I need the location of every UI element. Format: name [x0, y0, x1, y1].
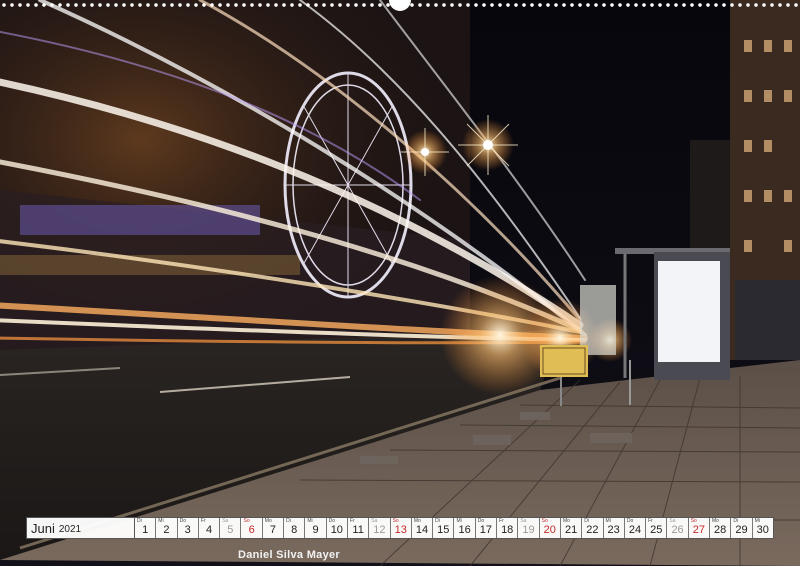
calendar-strip: Juni 2021 Di 1 Mi 2 Do 3 Fr 4 Sa 5 So 6 Mo 7 Di 8 Mi 9 Do 1… — [26, 517, 774, 539]
day-number: 18 — [501, 524, 514, 536]
day-number: 30 — [756, 524, 769, 536]
day-number: 22 — [586, 524, 599, 536]
calendar-day: Sa 12 — [369, 518, 391, 538]
night-street-photo — [0, 0, 800, 566]
day-number: 19 — [522, 524, 535, 536]
calendar-day: Mo 14 — [412, 518, 434, 538]
day-number: 11 — [352, 524, 364, 536]
day-number: 28 — [714, 524, 727, 536]
day-number: 9 — [312, 524, 319, 536]
calendar-day: So 13 — [391, 518, 412, 538]
calendar-day: Mo 7 — [263, 518, 285, 538]
calendar-day: Sa 5 — [220, 518, 242, 538]
calendar-day: Di 15 — [433, 518, 455, 538]
calendar-day: Do 17 — [476, 518, 498, 538]
calendar-day: So 6 — [241, 518, 263, 538]
day-number: 6 — [248, 524, 255, 536]
calendar-day: Sa 26 — [667, 518, 689, 538]
calendar-day: Mo 21 — [561, 518, 583, 538]
calendar-day: Mi 16 — [454, 518, 476, 538]
calendar-day: Fr 25 — [646, 518, 668, 538]
day-number: 23 — [607, 524, 620, 536]
calendar-day: Di 1 — [135, 518, 157, 538]
month-name: Juni — [31, 520, 55, 536]
calendar-day: Di 8 — [284, 518, 306, 538]
calendar-day: Mi 9 — [305, 518, 327, 538]
day-number: 2 — [163, 524, 170, 536]
day-number: 4 — [205, 524, 213, 536]
day-number: 12 — [373, 524, 386, 536]
calendar-day: Mi 30 — [753, 518, 773, 538]
calendar-day: Fr 11 — [348, 518, 370, 538]
day-number: 25 — [650, 524, 663, 536]
spiral-binding — [0, 0, 800, 11]
day-number: 5 — [227, 524, 234, 536]
day-number: 24 — [628, 524, 642, 536]
calendar-days: Di 1 Mi 2 Do 3 Fr 4 Sa 5 So 6 Mo 7 Di 8 Mi 9 Do 10 Fr 11 Sa 12 S… — [135, 518, 773, 538]
day-number: 8 — [291, 524, 298, 536]
day-number: 27 — [692, 524, 705, 536]
day-number: 1 — [142, 524, 149, 536]
month-year: 2021 — [58, 523, 82, 535]
photographer-credit: Daniel Silva Mayer — [237, 549, 340, 561]
calendar-day: Fr 4 — [199, 518, 221, 538]
day-number: 17 — [479, 524, 493, 536]
day-number: 21 — [564, 524, 578, 536]
calendar-day: Mo 28 — [710, 518, 732, 538]
day-number: 29 — [735, 524, 748, 536]
calendar-day: Do 24 — [625, 518, 647, 538]
day-number: 15 — [437, 524, 450, 536]
day-number: 3 — [184, 524, 191, 536]
day-number: 10 — [330, 524, 343, 536]
calendar-day: Di 22 — [582, 518, 604, 538]
calendar-page: Juni 2021 Di 1 Mi 2 Do 3 Fr 4 Sa 5 So 6 Mo 7 Di 8 Mi 9 Do 1… — [0, 0, 800, 566]
calendar-day: Mi 23 — [604, 518, 625, 538]
day-number: 13 — [394, 524, 407, 536]
calendar-day: Sa 19 — [518, 518, 540, 538]
calendar-day: Di 29 — [731, 518, 753, 538]
calendar-day: Fr 18 — [497, 518, 519, 538]
day-number: 16 — [458, 524, 471, 536]
calendar-day: So 27 — [689, 518, 711, 538]
day-number: 14 — [415, 524, 429, 536]
day-number: 7 — [269, 524, 276, 536]
calendar-day: Mi 2 — [156, 518, 178, 538]
day-number: 20 — [543, 524, 556, 536]
calendar-day: Do 3 — [178, 518, 199, 538]
calendar-day: So 20 — [540, 518, 561, 538]
day-number: 26 — [671, 524, 684, 536]
calendar-month-cell: Juni 2021 — [27, 518, 135, 538]
calendar-day: Do 10 — [327, 518, 348, 538]
